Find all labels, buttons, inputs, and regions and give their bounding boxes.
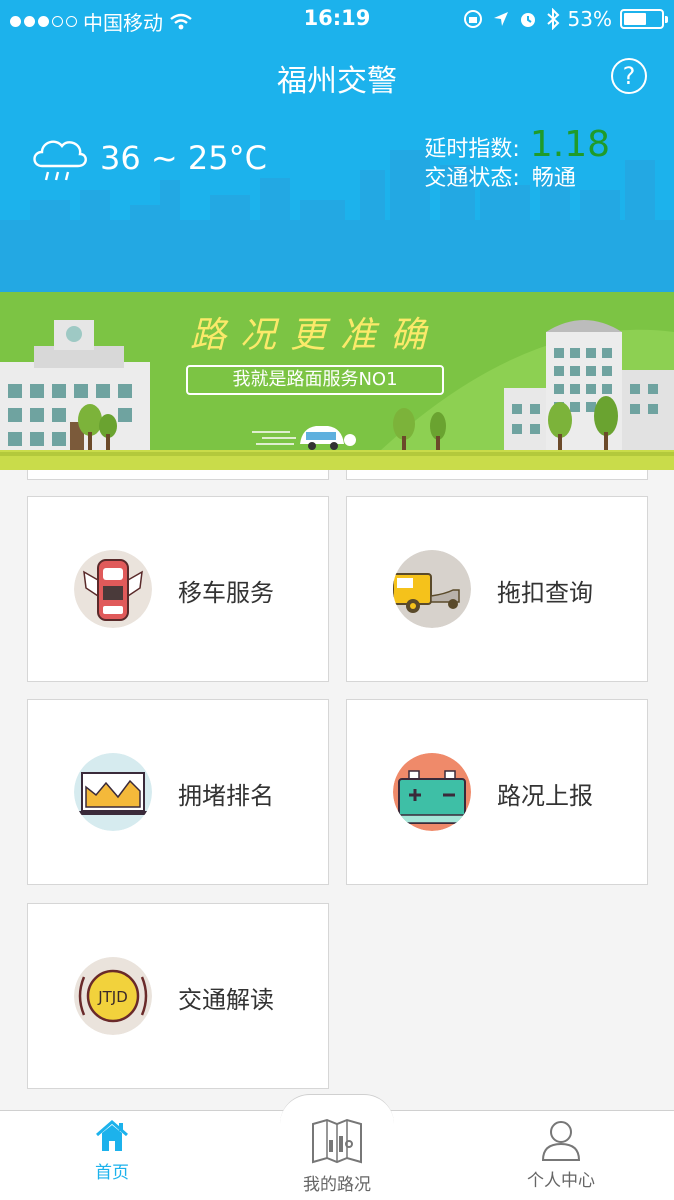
card-peek-right [346,470,648,480]
header: 中国移动 16:19 53% 福州交警 ? 36 ~ 25°C 延时指数: 1.… [0,0,674,292]
delay-index-value: 1.18 [529,124,610,165]
tab-home[interactable]: 首页 [32,1118,192,1200]
card-peek-left [27,470,329,480]
service-label: 交通解读 [178,986,274,1014]
traffic-info: 延时指数: 1.18 交通状态: 畅通 [424,124,610,196]
bluetooth-icon [546,8,559,30]
service-card-road-report[interactable]: 路况上报 [346,699,648,885]
tab-label: 首页 [95,1163,129,1183]
map-icon [312,1118,362,1164]
weather-widget: 36 ~ 25°C [28,132,267,184]
traffic-status-value: 畅通 [531,166,576,191]
location-arrow-icon [493,12,508,26]
battery-percent: 53% [567,7,612,31]
cloud-rain-icon [33,140,87,181]
service-card-congestion-ranking[interactable]: 拥堵排名 [27,699,329,885]
tab-my-traffic[interactable]: 我的路况 [257,1118,417,1200]
battery-icon [620,9,668,29]
service-card-tow-query[interactable]: 拖扣查询 [346,496,648,682]
banner-slogan: 路况更准确 [189,315,440,356]
delay-index-label: 延时指数: [424,137,520,162]
rotation-lock-icon [463,10,482,28]
car-move-icon [74,550,152,628]
tab-personal-center[interactable]: 个人中心 [481,1118,641,1200]
question-circle-icon: ? [622,62,636,90]
banner-subslogan: 我就是路面服务NO1 [186,365,444,395]
service-card-traffic-interpretation[interactable]: JTJD 交通解读 [27,903,329,1089]
status-right: 53% [462,7,668,31]
home-icon [96,1120,128,1151]
jtjd-badge-text: JTJD [97,988,128,1006]
delay-index-row: 延时指数: 1.18 [424,124,610,165]
service-card-move-car[interactable]: 移车服务 [27,496,329,682]
jtjd-badge-icon: JTJD [74,957,152,1035]
status-bar: 中国移动 16:19 53% [0,0,674,38]
promo-banner[interactable]: 路况更准确 我就是路面服务NO1 [0,292,674,470]
tab-label: 我的路况 [303,1175,371,1195]
page-title: 福州交警 [277,64,397,99]
battery-report-icon [393,753,471,831]
tow-truck-icon [393,550,471,628]
help-button[interactable]: ? [611,58,647,94]
traffic-status-label: 交通状态: [424,166,520,191]
service-label: 移车服务 [178,579,274,607]
service-label: 拥堵排名 [178,782,274,810]
service-label: 拖扣查询 [497,579,593,607]
service-label: 路况上报 [497,782,593,810]
temperature-text: 36 ~ 25°C [100,139,267,177]
tab-label: 个人中心 [527,1171,595,1191]
app-screen: 中国移动 16:19 53% 福州交警 ? 36 ~ 25°C 延时指数: 1.… [0,0,674,1200]
user-icon [541,1121,581,1161]
alarm-icon [520,13,535,27]
chart-monitor-icon [74,753,152,831]
traffic-status-row: 交通状态: 畅通 [424,160,610,196]
